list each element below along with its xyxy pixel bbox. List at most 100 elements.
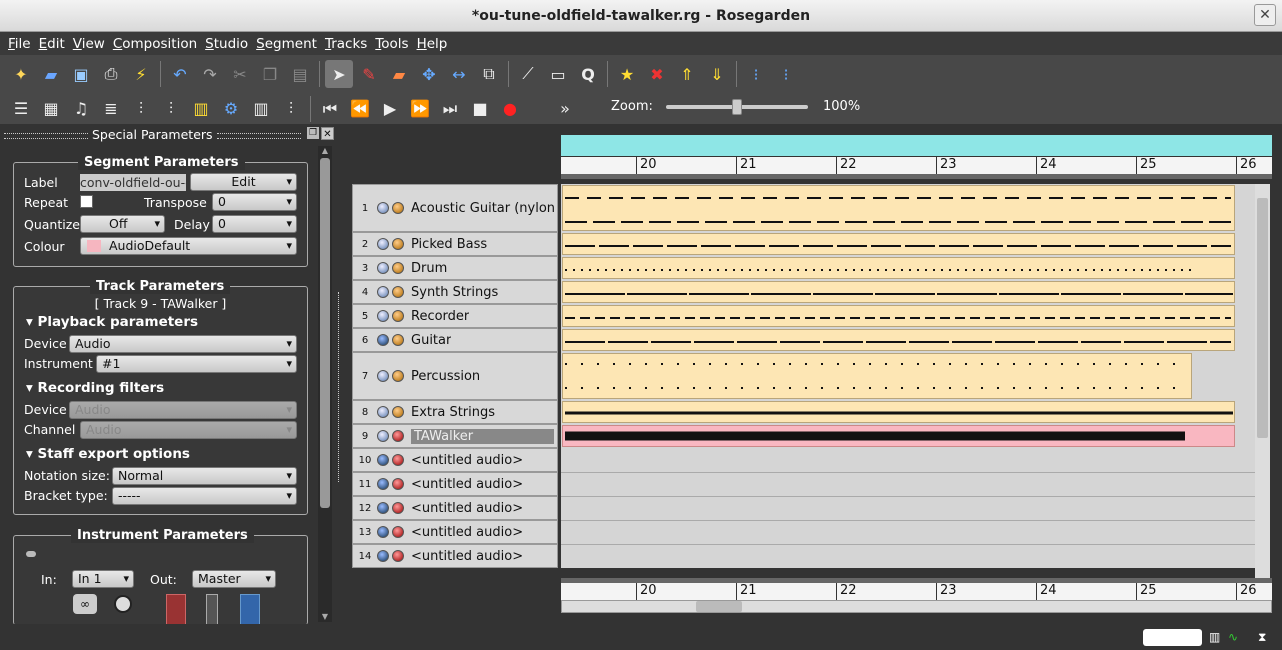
move-tool-button[interactable]: ✥ xyxy=(415,60,443,88)
menu-tracks[interactable]: Tracks xyxy=(321,36,371,52)
print-button[interactable]: ⎙ xyxy=(97,60,125,88)
delay-select[interactable]: 0 xyxy=(212,215,297,233)
mute-led[interactable] xyxy=(377,406,389,418)
top-bar-ruler[interactable]: 20 21 22 23 24 25 26 xyxy=(561,157,1272,179)
add-track-button[interactable]: ★ xyxy=(613,60,641,88)
instrument-select[interactable]: #1 xyxy=(96,355,297,373)
delete-track-button[interactable]: ✖ xyxy=(643,60,671,88)
mute-led[interactable] xyxy=(377,454,389,466)
canvas-horizontal-scrollbar[interactable] xyxy=(561,600,1272,613)
canvas-vertical-scrollbar-thumb[interactable] xyxy=(1257,198,1268,438)
bottom-bar-ruler[interactable]: 20 21 22 23 24 25 26 xyxy=(561,578,1272,600)
recording-filters-header[interactable]: ▾ Recording filters xyxy=(26,380,164,396)
select-tool-button[interactable]: ➤ xyxy=(325,60,353,88)
menu-edit[interactable]: Edit xyxy=(35,36,69,52)
mute-led[interactable] xyxy=(377,526,389,538)
track-name[interactable]: Guitar xyxy=(411,333,451,348)
staff-export-header[interactable]: ▾ Staff export options xyxy=(26,446,190,462)
float-panel-button[interactable]: ❐ xyxy=(307,127,319,139)
track-name[interactable]: Drum xyxy=(411,261,447,276)
track-row[interactable]: 11 <untitled audio> xyxy=(352,472,558,496)
pan-knob[interactable] xyxy=(114,595,132,613)
menu-file[interactable]: File xyxy=(4,36,35,52)
record-led[interactable] xyxy=(392,430,404,442)
menu-help[interactable]: Help xyxy=(413,36,452,52)
track-row[interactable]: 8 Extra Strings xyxy=(352,400,558,424)
record-led[interactable] xyxy=(392,202,404,214)
playback-parameters-header[interactable]: ▾ Playback parameters xyxy=(26,314,198,330)
fast-forward-button[interactable]: ⏩ xyxy=(406,95,434,123)
cut-button[interactable]: ✂ xyxy=(226,60,254,88)
loop-range-bar[interactable] xyxy=(561,135,1272,156)
track-name[interactable]: Acoustic Guitar (nylon xyxy=(411,201,555,216)
move-track-up-button[interactable]: ⇑ xyxy=(673,60,701,88)
join-tool-button[interactable]: ⟋ xyxy=(514,60,542,88)
mute-led[interactable] xyxy=(377,370,389,382)
track-row[interactable]: 1 Acoustic Guitar (nylon xyxy=(352,184,558,232)
track-name[interactable]: <untitled audio> xyxy=(411,525,523,540)
undo-button[interactable]: ↶ xyxy=(166,60,194,88)
mute-led[interactable] xyxy=(377,334,389,346)
redo-button[interactable]: ↷ xyxy=(196,60,224,88)
stop-button[interactable]: ■ xyxy=(466,95,494,123)
track-row[interactable]: 6 Guitar xyxy=(352,328,558,352)
mute-led[interactable] xyxy=(377,430,389,442)
volume-fader[interactable] xyxy=(206,594,218,626)
draw-tool-button[interactable]: ✎ xyxy=(355,60,383,88)
track-row[interactable]: 2 Picked Bass xyxy=(352,232,558,256)
bracket-type-select[interactable]: ----- xyxy=(112,487,297,505)
audio-mixer-button[interactable]: ⫶ xyxy=(127,95,155,123)
grip-icon[interactable] xyxy=(216,132,301,139)
track-name[interactable]: <untitled audio> xyxy=(411,477,523,492)
record-button[interactable]: ● xyxy=(496,95,524,123)
expand-button[interactable]: ⁝ xyxy=(772,60,800,88)
edit-label-button[interactable]: Edit xyxy=(190,173,297,191)
track-name[interactable]: <untitled audio> xyxy=(411,453,523,468)
repeat-checkbox[interactable] xyxy=(80,195,93,208)
tempo-button[interactable]: ⫶ xyxy=(277,95,305,123)
rec-device-select[interactable]: Audio xyxy=(69,401,297,419)
scroll-down-icon[interactable]: ▼ xyxy=(320,612,330,621)
track-row[interactable]: 12 <untitled audio> xyxy=(352,496,558,520)
menu-segment[interactable]: Segment xyxy=(252,36,321,52)
track-name[interactable]: Picked Bass xyxy=(411,237,487,252)
splitter-handle[interactable] xyxy=(338,292,339,482)
output-select[interactable]: Master xyxy=(192,570,276,588)
percussion-matrix-button[interactable]: ▦ xyxy=(37,95,65,123)
mute-led[interactable] xyxy=(377,478,389,490)
mute-led[interactable] xyxy=(377,238,389,250)
record-fader[interactable] xyxy=(166,594,186,626)
segment-label-field[interactable]: conv-oldfield-ou-ele-20120 xyxy=(80,174,186,191)
record-led[interactable] xyxy=(392,406,404,418)
track-name[interactable]: Recorder xyxy=(411,309,469,324)
collapse-button[interactable]: ⁝ xyxy=(742,60,770,88)
split-tool-button[interactable]: ⧉ xyxy=(475,60,503,88)
zoom-slider-handle[interactable] xyxy=(732,99,742,115)
quantize-button[interactable]: Q xyxy=(574,60,602,88)
mute-led[interactable] xyxy=(377,202,389,214)
record-led[interactable] xyxy=(392,478,404,490)
synth-plugins-button[interactable]: ⚙ xyxy=(217,95,245,123)
track-name[interactable]: TAWalker xyxy=(411,428,554,444)
notation-size-select[interactable]: Normal xyxy=(112,467,297,485)
mute-led[interactable] xyxy=(377,502,389,514)
notation-editor-button[interactable]: ♫ xyxy=(67,95,95,123)
track-row[interactable]: 5 Recorder xyxy=(352,304,558,328)
track-row[interactable]: 10 <untitled audio> xyxy=(352,448,558,472)
scroll-up-icon[interactable]: ▲ xyxy=(318,146,332,155)
record-led[interactable] xyxy=(392,262,404,274)
record-led[interactable] xyxy=(392,454,404,466)
device-select[interactable]: Audio xyxy=(69,335,297,353)
canvas-horizontal-scrollbar-thumb[interactable] xyxy=(696,601,742,612)
record-led[interactable] xyxy=(392,370,404,382)
erase-tool-button[interactable]: ▰ xyxy=(385,60,413,88)
record-led[interactable] xyxy=(392,238,404,250)
record-led[interactable] xyxy=(392,310,404,322)
quantize-select[interactable]: Off xyxy=(80,215,165,233)
close-window-button[interactable]: ✕ xyxy=(1254,4,1276,26)
panel-scrollbar-thumb[interactable] xyxy=(320,158,330,508)
track-name[interactable]: Synth Strings xyxy=(411,285,498,300)
track-row[interactable]: 14 <untitled audio> xyxy=(352,544,558,568)
record-led[interactable] xyxy=(392,526,404,538)
record-led[interactable] xyxy=(392,286,404,298)
